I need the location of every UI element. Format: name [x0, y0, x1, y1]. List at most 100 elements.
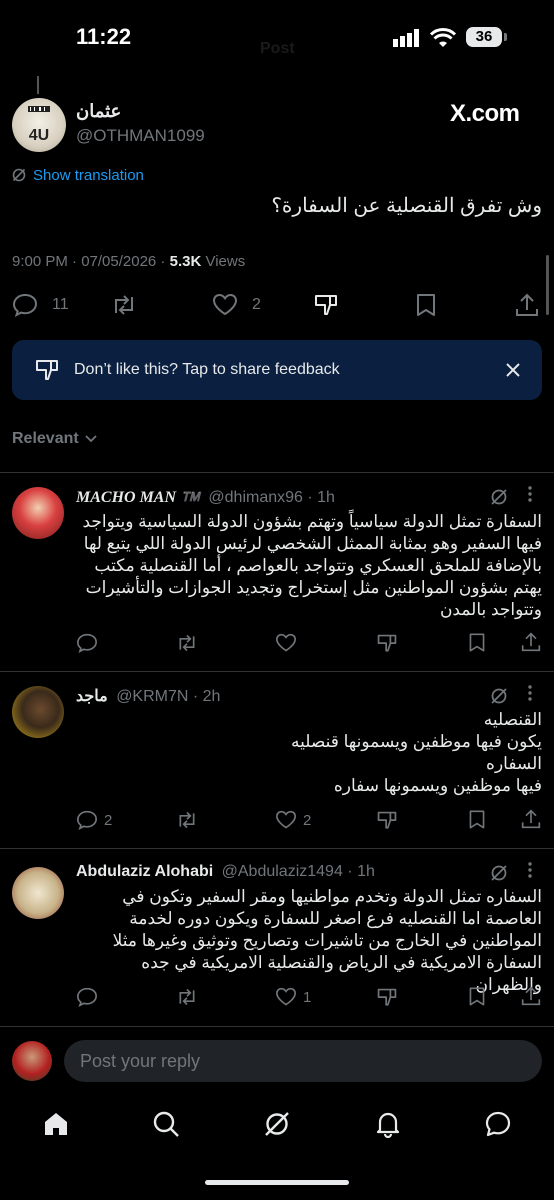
scrollbar[interactable] — [546, 255, 549, 315]
home-icon[interactable] — [42, 1110, 70, 1138]
status-time: 11:22 — [76, 24, 132, 49]
thumbs-down-icon — [313, 293, 339, 319]
svg-text:4U: 4U — [29, 127, 49, 144]
thumbs-down-icon — [34, 358, 60, 384]
reply-icon[interactable] — [76, 633, 98, 653]
dislike-button[interactable] — [313, 293, 339, 319]
share-icon — [515, 292, 539, 318]
feedback-text: Don’t like this? Tap to share feedback — [74, 361, 340, 378]
battery-tip — [504, 33, 507, 41]
reply-text: السفارة تمثل الدولة سياسياً وتهتم بشؤون … — [82, 512, 542, 619]
bookmark-icon[interactable] — [468, 986, 486, 1007]
divider — [0, 1026, 554, 1027]
translate-icon — [12, 168, 26, 182]
bookmark-icon[interactable] — [468, 809, 486, 830]
sort-dropdown[interactable]: Relevant — [12, 430, 97, 448]
heart-icon — [212, 293, 238, 317]
repost-icon — [110, 293, 138, 317]
search-icon[interactable] — [152, 1110, 180, 1138]
bookmark-icon — [415, 293, 437, 317]
grok-icon[interactable] — [263, 1110, 291, 1138]
like-button[interactable]: 2 — [275, 810, 311, 830]
grok-icon[interactable] — [490, 488, 508, 506]
author-name[interactable]: عثمان — [76, 101, 121, 122]
cellular-signal-icon — [393, 29, 421, 47]
bookmark-icon[interactable] — [468, 632, 486, 653]
like-button[interactable]: 1 — [275, 987, 311, 1007]
share-icon[interactable] — [521, 808, 541, 830]
author-avatar[interactable]: 4U — [12, 98, 66, 152]
like-button[interactable]: 2 — [212, 293, 261, 317]
sort-label: Relevant — [12, 430, 79, 447]
repost-icon[interactable] — [175, 987, 199, 1007]
close-icon[interactable] — [506, 363, 520, 377]
like-count: 2 — [303, 811, 312, 829]
bookmark-button[interactable] — [415, 293, 437, 317]
reply-item[interactable]: ماجد @KRM7N · 2h القنصليه يكون فيها موظف… — [0, 672, 554, 848]
post-time: 9:00 PM · 07/05/2026 · — [12, 253, 166, 270]
reply-actions: 2 2 — [76, 808, 542, 832]
reply-avatar[interactable] — [12, 686, 64, 738]
reply-handle[interactable]: @KRM7N · 2h — [116, 688, 220, 705]
views-label: Views — [205, 253, 246, 270]
heart-icon[interactable] — [275, 633, 297, 653]
reply-count: 11 — [52, 296, 69, 313]
thumbs-down-icon[interactable] — [376, 633, 398, 655]
views-count: 5.3K — [169, 253, 202, 270]
reply-count: 2 — [104, 811, 113, 829]
feedback-banner[interactable]: Don’t like this? Tap to share feedback — [12, 340, 542, 400]
share-button[interactable] — [515, 292, 539, 318]
reply-icon — [12, 293, 38, 317]
reply-text: السفاره تمثل الدولة وتخدم مواطنيها ومقر … — [112, 887, 542, 994]
reply-input-placeholder: Post your reply — [80, 1051, 201, 1071]
repost-icon[interactable] — [175, 633, 199, 653]
reply-icon — [76, 810, 98, 830]
like-count: 1 — [303, 988, 312, 1006]
reply-item[interactable]: Abdulaziz Alohabi @Abdulaziz1494 · 1h ال… — [0, 849, 554, 1019]
source-badge: X.com — [450, 100, 520, 127]
reply-name[interactable]: Abdulaziz Alohabi — [76, 863, 213, 880]
reply-input[interactable]: Post your reply — [64, 1040, 542, 1082]
heart-icon — [275, 987, 297, 1007]
author-handle[interactable]: @OTHMAN1099 — [76, 126, 205, 146]
thread-line — [37, 76, 39, 94]
more-icon[interactable] — [528, 684, 532, 702]
grok-icon[interactable] — [490, 864, 508, 882]
reply-handle[interactable]: @dhimanx96 · 1h — [208, 489, 335, 506]
bottom-nav — [0, 1098, 554, 1152]
more-icon[interactable] — [528, 861, 532, 879]
reply-actions — [76, 631, 542, 655]
post-text: وش تفرق القنصلية عن السفارة؟ — [271, 195, 542, 217]
grok-icon[interactable] — [490, 687, 508, 705]
reply-name[interactable]: ماجد — [76, 688, 108, 705]
faded-header-title: Post — [260, 40, 295, 57]
reply-handle[interactable]: @Abdulaziz1494 · 1h — [222, 863, 375, 880]
more-icon[interactable] — [528, 485, 532, 503]
reply-line: السفاره — [486, 754, 542, 773]
heart-icon — [275, 810, 297, 830]
reply-avatar[interactable] — [12, 867, 64, 919]
reply-button[interactable]: 11 — [12, 293, 69, 317]
repost-button[interactable] — [110, 293, 138, 317]
messages-icon[interactable] — [484, 1110, 512, 1138]
reply-avatar[interactable] — [12, 487, 64, 539]
thumbs-down-icon[interactable] — [376, 810, 398, 832]
home-indicator — [205, 1180, 349, 1185]
reply-line: القنصليه — [483, 710, 542, 729]
share-icon[interactable] — [521, 985, 541, 1007]
reply-line: فيها موظفين ويسمونها سفاره — [333, 776, 542, 795]
notifications-icon[interactable] — [374, 1110, 402, 1138]
show-translation-link[interactable]: Show translation — [33, 167, 144, 184]
reply-text: القنصليه يكون فيها موظفين ويسمونها قنصلي… — [76, 709, 542, 797]
wifi-icon — [430, 28, 456, 48]
share-icon[interactable] — [521, 631, 541, 653]
thumbs-down-icon[interactable] — [376, 987, 398, 1009]
reply-actions: 1 — [76, 985, 542, 1009]
reply-item[interactable]: MACHO MAN ™️ @dhimanx96 · 1h السفارة تمث… — [0, 473, 554, 671]
reply-name[interactable]: MACHO MAN ™️ — [76, 489, 200, 506]
reply-button[interactable]: 2 — [76, 810, 112, 830]
repost-icon[interactable] — [175, 810, 199, 830]
reply-icon[interactable] — [76, 987, 98, 1007]
post-meta: 9:00 PM · 07/05/2026 · 5.3K Views — [12, 253, 245, 270]
reply-line: يكون فيها موظفين ويسمونها قنصليه — [291, 732, 542, 751]
